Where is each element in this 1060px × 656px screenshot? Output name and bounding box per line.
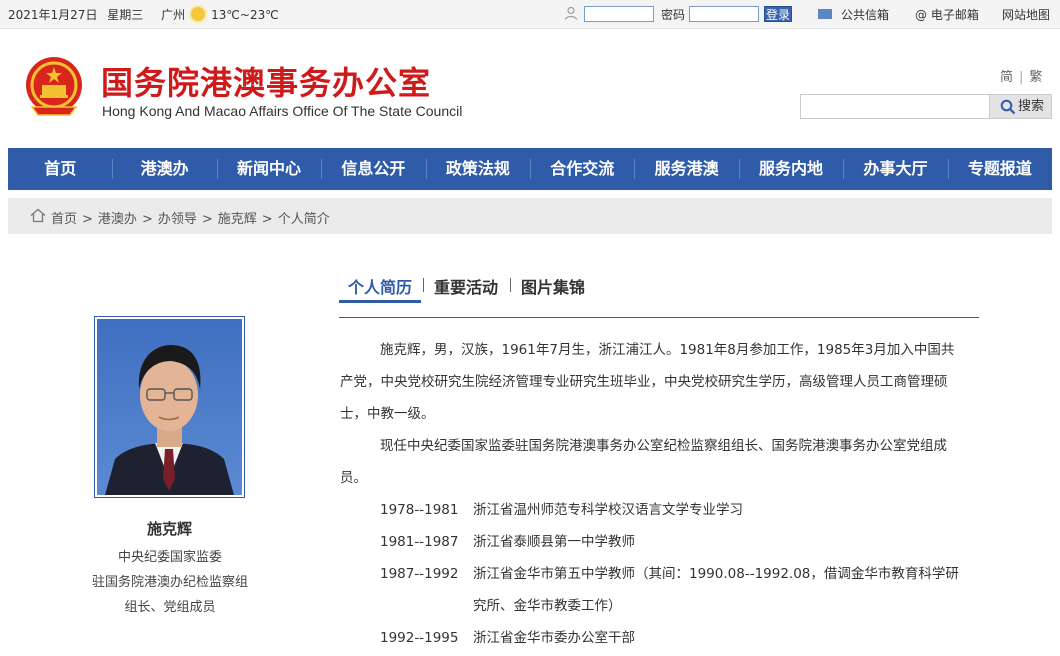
bio-paragraph-1: 施克辉，男，汉族，1961年7月生，浙江浦江人。1981年8月参加工作，1985… [340, 342, 955, 422]
nav-item-hkmao-office[interactable]: 港澳办 [112, 148, 216, 190]
national-emblem-icon [26, 57, 82, 116]
timeline-row: 1992--1995 浙江省金华市委办公室干部 [380, 622, 980, 654]
breadcrumb-current: 个人简介 [277, 212, 330, 227]
nav-item-serve-hkmo[interactable]: 服务港澳 [634, 148, 738, 190]
main-nav: 首页 港澳办 新闻中心 信息公开 政策法规 合作交流 服务港澳 服务内地 办事大… [8, 148, 1052, 190]
nav-item-special-reports[interactable]: 专题报道 [947, 148, 1052, 190]
tab-resume[interactable]: 个人简历 [348, 274, 412, 298]
timeline-desc: 浙江省泰顺县第一中学教师 [473, 534, 635, 550]
tab-divider [510, 278, 511, 292]
active-tab-indicator [339, 300, 421, 303]
timeline-row: 1978--1981 浙江省温州师范专科学校汉语言文学专业学习 [380, 494, 980, 526]
email-link[interactable]: @ 电子邮箱 [915, 6, 979, 23]
login-button[interactable]: 登录 [764, 6, 792, 22]
career-timeline: 1978--1981 浙江省温州师范专科学校汉语言文学专业学习 1981--19… [380, 494, 980, 654]
nav-item-serve-mainland[interactable]: 服务内地 [738, 148, 843, 190]
timeline-row: 1981--1987 浙江省泰顺县第一中学教师 [380, 526, 980, 558]
breadcrumb-sep: > [82, 212, 93, 227]
breadcrumb-person[interactable]: 施克辉 [218, 212, 257, 227]
mail-icon [818, 9, 832, 19]
breadcrumb-sep: > [141, 212, 153, 227]
breadcrumb-sep: > [201, 212, 213, 227]
profile-photo-frame [94, 316, 245, 498]
timeline-desc: 浙江省金华市委办公室干部 [473, 630, 635, 646]
breadcrumb-leaders[interactable]: 办领导 [158, 212, 197, 227]
search-icon [1000, 99, 1016, 115]
breadcrumb-hkmao-office[interactable]: 港澳办 [98, 212, 137, 227]
date-weather: 2021年1月27日 星期三 广州 13℃~23℃ [8, 6, 285, 23]
search-input[interactable] [801, 95, 989, 118]
person-name: 施克辉 [146, 520, 192, 538]
profile-photo [97, 319, 242, 495]
language-switch: 简 | 繁 [1000, 70, 1043, 85]
timeline-years: 1992--1995 [380, 630, 459, 646]
search-button[interactable]: 搜索 [989, 95, 1051, 118]
person-title-line3: 组长、党组成员 [124, 600, 216, 615]
temperature-text: 13℃~23℃ [211, 8, 279, 22]
person-title-line2: 驻国务院港澳办纪检监察组 [91, 575, 248, 590]
nav-item-service-hall[interactable]: 办事大厅 [843, 148, 947, 190]
nav-item-news[interactable]: 新闻中心 [216, 148, 321, 190]
simplified-link[interactable]: 简 [1000, 70, 1013, 85]
breadcrumb-trail: 首页 > 港澳办 > 办领导 > 施克辉 > 个人简介 [51, 208, 330, 227]
site-subtitle: Hong Kong And Macao Affairs Office Of Th… [102, 103, 463, 119]
breadcrumb: 首页 > 港澳办 > 办领导 > 施克辉 > 个人简介 [8, 198, 1052, 234]
person-title-line1: 中央纪委国家监委 [117, 550, 222, 565]
sitemap-link[interactable]: 网站地图 [1002, 6, 1050, 23]
username-input[interactable] [584, 6, 654, 22]
weekday-text: 星期三 [107, 8, 144, 22]
sun-icon [191, 7, 206, 21]
timeline-row: 1987--1992 浙江省金华市第五中学教师（其间：1990.08--1992… [380, 558, 980, 622]
city-text: 广州 [161, 8, 186, 22]
breadcrumb-home[interactable]: 首页 [51, 212, 77, 227]
tab-divider [423, 278, 424, 292]
home-icon [30, 208, 46, 223]
nav-item-cooperation[interactable]: 合作交流 [530, 148, 634, 190]
breadcrumb-sep: > [261, 212, 273, 227]
tab-gallery[interactable]: 图片集锦 [521, 274, 585, 298]
timeline-years: 1981--1987 [380, 534, 459, 550]
search-box: 搜索 [800, 94, 1052, 119]
nav-item-info-disclosure[interactable]: 信息公开 [321, 148, 425, 190]
timeline-desc: 浙江省金华市第五中学教师（其间：1990.08--1992.08，借调金华市教育… [473, 566, 959, 614]
nav-item-home[interactable]: 首页 [8, 148, 112, 190]
timeline-years: 1978--1981 [380, 502, 459, 518]
site-title[interactable]: 国务院港澳事务办公室 [101, 58, 431, 104]
bio-paragraph-2: 现任中央纪委国家监委驻国务院港澳事务办公室纪检监察组组长、国务院港澳事务办公室党… [340, 438, 947, 486]
person-title: 中央纪委国家监委 驻国务院港澳办纪检监察组 组长、党组成员 [60, 545, 280, 620]
profile-tabs: 个人简历 重要活动 图片集锦 [339, 270, 979, 318]
traditional-link[interactable]: 繁 [1029, 70, 1042, 85]
date-text: 2021年1月27日 [8, 8, 98, 22]
top-bar: 2021年1月27日 星期三 广州 13℃~23℃ 密码 登录 公共信箱 @ 电子… [0, 0, 1060, 29]
search-button-label: 搜索 [1018, 99, 1045, 114]
tab-activities[interactable]: 重要活动 [434, 274, 498, 298]
password-input[interactable] [689, 6, 759, 22]
nav-item-policies[interactable]: 政策法规 [425, 148, 530, 190]
password-label: 密码 [661, 8, 686, 22]
public-mail-link[interactable]: 公共信箱 [841, 6, 889, 23]
timeline-desc: 浙江省温州师范专科学校汉语言文学专业学习 [473, 502, 743, 518]
timeline-years: 1987--1992 [380, 566, 459, 582]
user-icon [564, 6, 578, 20]
